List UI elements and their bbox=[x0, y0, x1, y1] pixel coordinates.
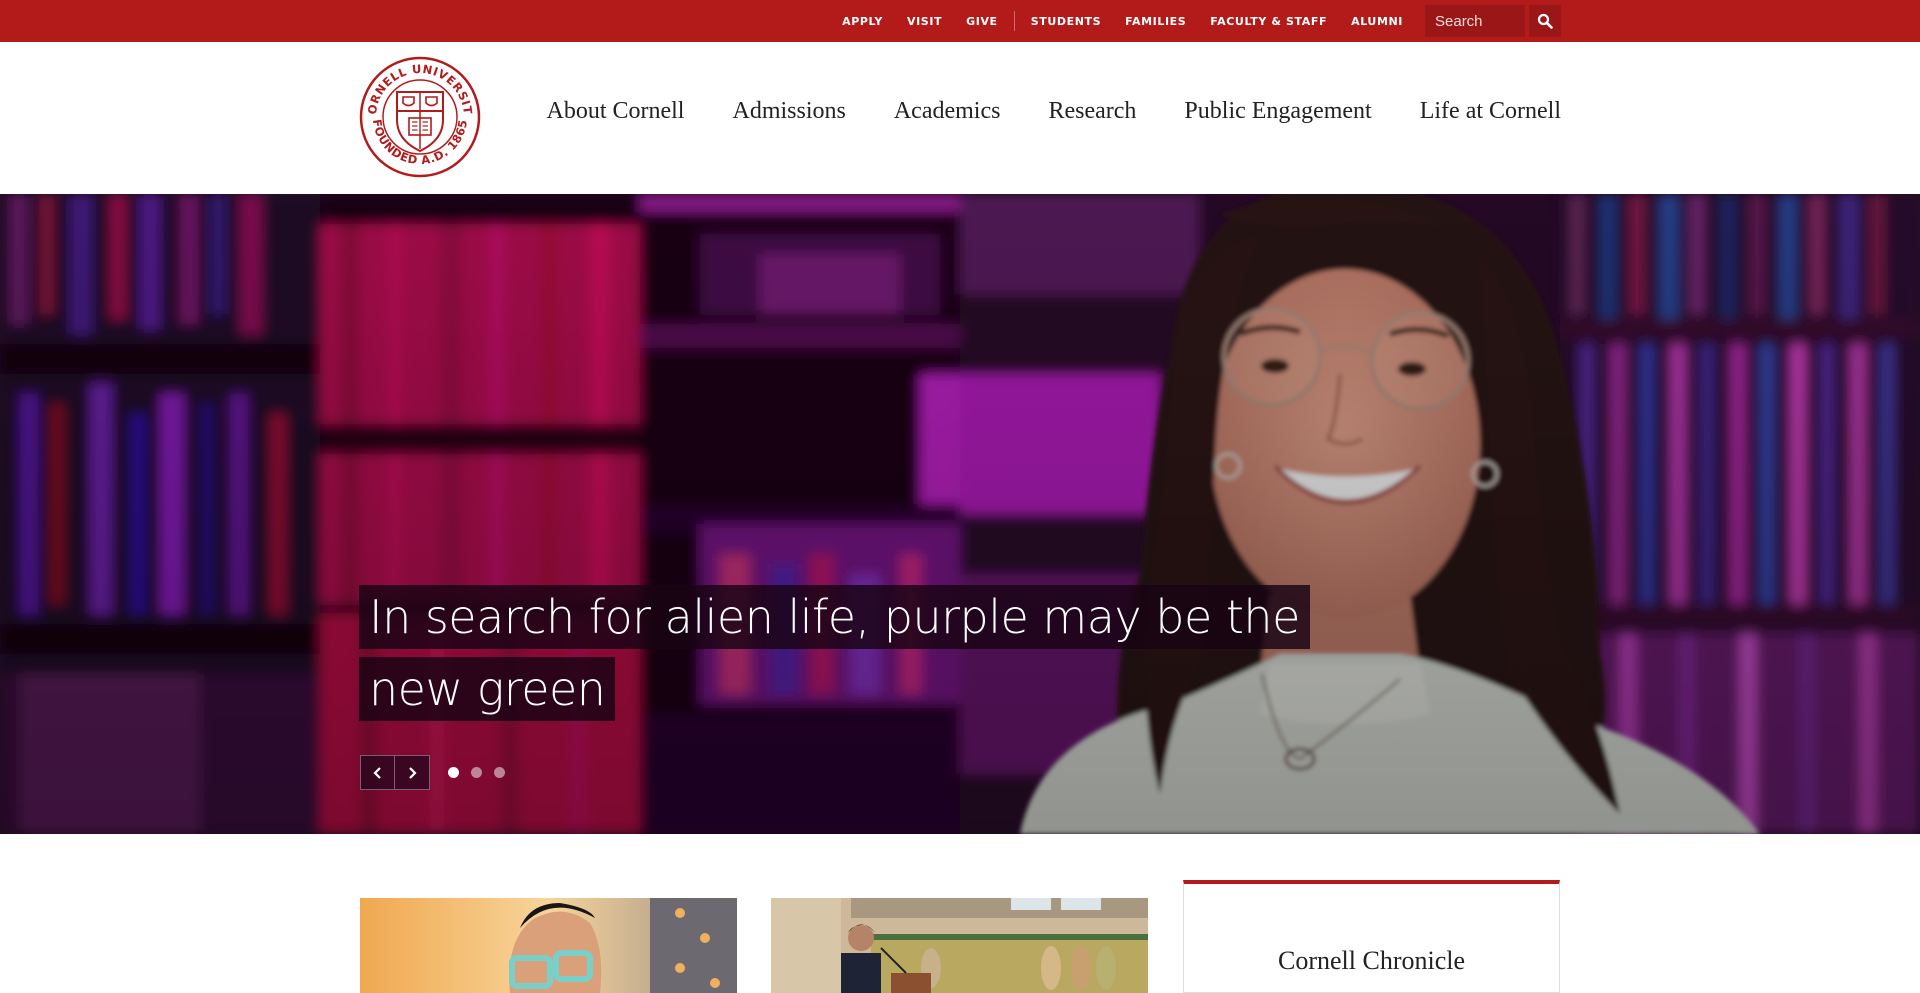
slide-dot-3[interactable] bbox=[494, 767, 505, 778]
search-input[interactable] bbox=[1425, 5, 1525, 37]
nav-academics[interactable]: Academics bbox=[894, 98, 1001, 125]
feature-card-1[interactable] bbox=[360, 898, 737, 993]
nav-life-at-cornell[interactable]: Life at Cornell bbox=[1420, 98, 1561, 125]
site-header: CORNELL UNIVERSITY FOUNDED A.D. 1865 Abo… bbox=[0, 42, 1920, 194]
main-nav: About Cornell Admissions Academics Resea… bbox=[546, 98, 1561, 125]
search-form bbox=[1425, 5, 1561, 37]
hero-image bbox=[0, 194, 1920, 834]
utility-bar: APPLY VISIT GIVE STUDENTS FAMILIES FACUL… bbox=[0, 0, 1920, 42]
hero-headline-line-1[interactable]: In search for alien life, purple may be … bbox=[359, 585, 1310, 649]
chevron-left-icon bbox=[372, 766, 381, 779]
feature-card-2[interactable] bbox=[771, 898, 1148, 993]
slide-dot-1[interactable] bbox=[448, 767, 459, 778]
hero-headline-line-2[interactable]: new green bbox=[359, 657, 616, 721]
slide-indicators bbox=[448, 767, 517, 778]
cornell-seal-icon: CORNELL UNIVERSITY FOUNDED A.D. 1865 bbox=[354, 45, 481, 178]
search-icon bbox=[1537, 13, 1553, 29]
hero-caption: In search for alien life, purple may be … bbox=[359, 585, 1310, 721]
feature-image-1 bbox=[360, 898, 737, 993]
nav-admissions[interactable]: Admissions bbox=[732, 98, 845, 125]
previous-slide-button[interactable] bbox=[360, 755, 395, 790]
util-link-faculty-staff[interactable]: FACULTY & STAFF bbox=[1198, 15, 1339, 28]
slide-dot-2[interactable] bbox=[471, 767, 482, 778]
hero-slideshow: In search for alien life, purple may be … bbox=[0, 194, 1920, 834]
nav-about-cornell[interactable]: About Cornell bbox=[546, 98, 684, 125]
util-link-apply[interactable]: APPLY bbox=[830, 15, 895, 28]
cornell-chronicle-panel: Cornell Chronicle bbox=[1183, 880, 1560, 993]
slideshow-controls bbox=[360, 755, 517, 790]
nav-research[interactable]: Research bbox=[1048, 98, 1136, 125]
util-link-families[interactable]: FAMILIES bbox=[1113, 15, 1198, 28]
chronicle-title[interactable]: Cornell Chronicle bbox=[1184, 946, 1559, 976]
search-button[interactable] bbox=[1529, 5, 1561, 37]
cornell-logo[interactable]: CORNELL UNIVERSITY FOUNDED A.D. 1865 bbox=[354, 45, 481, 178]
next-slide-button[interactable] bbox=[395, 755, 430, 790]
util-link-visit[interactable]: VISIT bbox=[895, 15, 954, 28]
util-divider bbox=[1013, 11, 1015, 31]
utility-nav: APPLY VISIT GIVE STUDENTS FAMILIES FACUL… bbox=[830, 0, 1561, 42]
nav-public-engagement[interactable]: Public Engagement bbox=[1184, 98, 1371, 125]
util-link-students[interactable]: STUDENTS bbox=[1019, 15, 1113, 28]
feature-image-2 bbox=[771, 898, 1148, 993]
chevron-right-icon bbox=[409, 766, 417, 779]
util-link-give[interactable]: GIVE bbox=[954, 15, 1010, 28]
util-link-alumni[interactable]: ALUMNI bbox=[1339, 15, 1415, 28]
